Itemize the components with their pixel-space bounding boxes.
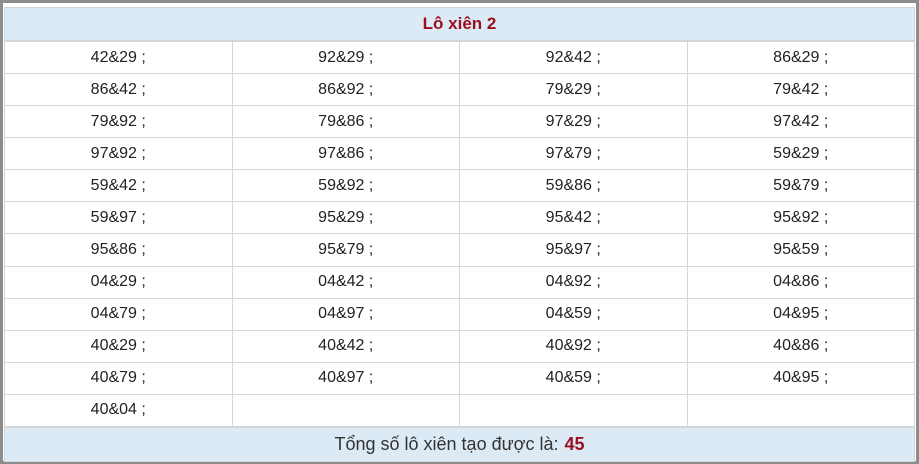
table-cell: 59&79 ;: [686, 169, 915, 203]
table-cell: 97&42 ;: [686, 105, 915, 139]
table-row: 40&79 ; 40&97 ; 40&59 ; 40&95 ;: [4, 361, 915, 395]
table-cell: 95&29 ;: [231, 201, 460, 235]
table-cell: 86&92 ;: [231, 73, 460, 107]
lo-xien-panel: Lô xiên 2 42&29 ; 92&29 ; 92&42 ; 86&29 ; 86…: [0, 0, 919, 464]
table-cell: 40&29 ;: [4, 329, 233, 363]
table-row: 59&97 ; 95&29 ; 95&42 ; 95&92 ;: [4, 201, 915, 235]
table-cell: 59&97 ;: [4, 201, 233, 235]
table-row: 40&04 ;: [4, 393, 915, 428]
table-cell: 04&79 ;: [4, 297, 233, 331]
table-cell: 95&79 ;: [231, 233, 460, 267]
table-cell: 04&97 ;: [231, 297, 460, 331]
table-cell: 97&29 ;: [459, 105, 688, 139]
table-cell: 04&86 ;: [686, 265, 915, 299]
table-cell: 59&42 ;: [4, 169, 233, 203]
table-cell: 79&29 ;: [459, 73, 688, 107]
table-cell: 04&42 ;: [231, 265, 460, 299]
lo-xien-table: 42&29 ; 92&29 ; 92&42 ; 86&29 ; 86&42 ; 86&92…: [4, 40, 915, 428]
table-cell: 95&92 ;: [686, 201, 915, 235]
panel-header: Lô xiên 2: [4, 7, 915, 41]
table-row: 95&86 ; 95&79 ; 95&97 ; 95&59 ;: [4, 233, 915, 267]
table-cell: 04&95 ;: [686, 297, 915, 331]
table-cell: 59&29 ;: [686, 137, 915, 171]
table-row: 86&42 ; 86&92 ; 79&29 ; 79&42 ;: [4, 73, 915, 107]
table-cell: [686, 393, 915, 428]
table-cell: 40&97 ;: [231, 361, 460, 395]
table-cell: 86&29 ;: [686, 40, 915, 75]
table-cell: 79&86 ;: [231, 105, 460, 139]
table-cell: 40&04 ;: [4, 393, 233, 428]
panel-footer: Tổng số lô xiên tạo được là: 45: [4, 427, 915, 462]
table-row: 59&42 ; 59&92 ; 59&86 ; 59&79 ;: [4, 169, 915, 203]
table-cell: 04&59 ;: [459, 297, 688, 331]
table-cell: 97&86 ;: [231, 137, 460, 171]
table-cell: 95&42 ;: [459, 201, 688, 235]
table-cell: 40&86 ;: [686, 329, 915, 363]
table-row: 04&79 ; 04&97 ; 04&59 ; 04&95 ;: [4, 297, 915, 331]
table-cell: 95&86 ;: [4, 233, 233, 267]
table-cell: [231, 393, 460, 428]
table-row: 42&29 ; 92&29 ; 92&42 ; 86&29 ;: [4, 40, 915, 75]
table-row: 97&92 ; 97&86 ; 97&79 ; 59&29 ;: [4, 137, 915, 171]
table-cell: 92&29 ;: [231, 40, 460, 75]
table-cell: 92&42 ;: [459, 40, 688, 75]
table-cell: 42&29 ;: [4, 40, 233, 75]
table-cell: 95&97 ;: [459, 233, 688, 267]
table-cell: 95&59 ;: [686, 233, 915, 267]
table-cell: [459, 393, 688, 428]
total-count: 45: [564, 434, 585, 454]
table-cell: 59&86 ;: [459, 169, 688, 203]
table-row: 04&29 ; 04&42 ; 04&92 ; 04&86 ;: [4, 265, 915, 299]
table-row: 40&29 ; 40&42 ; 40&92 ; 40&86 ;: [4, 329, 915, 363]
table-cell: 97&79 ;: [459, 137, 688, 171]
table-cell: 40&59 ;: [459, 361, 688, 395]
table-cell: 97&92 ;: [4, 137, 233, 171]
table-cell: 79&92 ;: [4, 105, 233, 139]
table-row: 79&92 ; 79&86 ; 97&29 ; 97&42 ;: [4, 105, 915, 139]
table-cell: 40&79 ;: [4, 361, 233, 395]
total-label: Tổng số lô xiên tạo được là:: [334, 434, 559, 454]
table-cell: 86&42 ;: [4, 73, 233, 107]
table-cell: 04&29 ;: [4, 265, 233, 299]
panel-title: Lô xiên 2: [422, 14, 497, 33]
table-cell: 40&92 ;: [459, 329, 688, 363]
table-cell: 04&92 ;: [459, 265, 688, 299]
table-cell: 59&92 ;: [231, 169, 460, 203]
table-cell: 40&95 ;: [686, 361, 915, 395]
table-cell: 40&42 ;: [231, 329, 460, 363]
table-cell: 79&42 ;: [686, 73, 915, 107]
